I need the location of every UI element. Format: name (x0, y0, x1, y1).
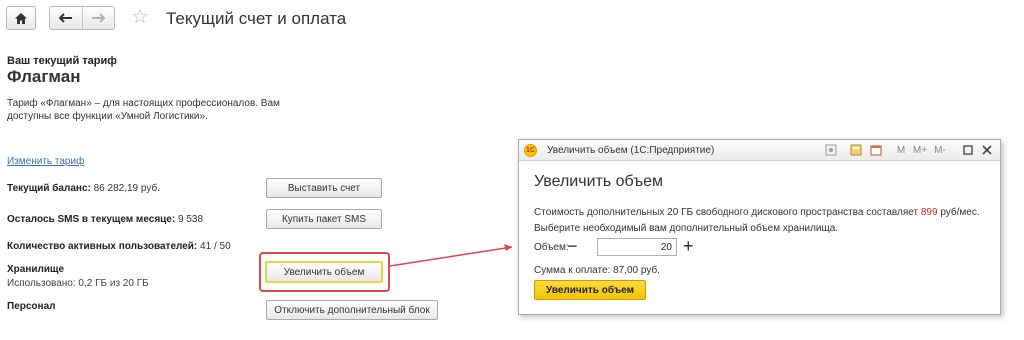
sms-row: Осталось SMS в текущем месяце: 9 538 (7, 214, 203, 225)
arrow-left-icon (58, 13, 72, 23)
sms-label: Осталось SMS в текущем месяце: (7, 214, 176, 225)
users-value: 41 / 50 (200, 241, 231, 252)
buy-sms-button[interactable]: Купить пакет SMS (266, 209, 382, 229)
app-logo-icon: 1C (524, 144, 537, 157)
calculator-icon[interactable] (849, 143, 863, 157)
balance-label: Текущий баланс: (7, 183, 91, 194)
disable-block-button[interactable]: Отключить дополнительный блок (266, 300, 438, 320)
storage-row: Хранилище (7, 264, 64, 275)
home-button[interactable] (6, 6, 36, 30)
forward-button[interactable] (83, 7, 115, 29)
callout-arrow-icon (389, 244, 513, 267)
calendar-icon[interactable] (869, 143, 883, 157)
cost-text: Стоимость дополнительных 20 ГБ свободног… (534, 207, 980, 218)
personnel-row: Персонал (7, 301, 55, 312)
balance-value: 86 282,19 руб. (93, 183, 160, 194)
decrease-button[interactable]: − (567, 236, 578, 256)
cost-suffix: руб/мес. (940, 207, 980, 218)
volume-input[interactable] (597, 238, 677, 256)
maximize-icon[interactable] (961, 143, 975, 157)
tariff-label: Ваш текущий тариф (7, 55, 117, 67)
instruction-text: Выберите необходимый вам дополнительный … (534, 223, 839, 234)
home-icon (15, 12, 27, 24)
users-row: Количество активных пользователей: 41 / … (7, 241, 231, 252)
dialog-titlebar: 1C Увеличить объем (1С:Предприятие) M M+… (519, 140, 1000, 161)
history-navigation (49, 6, 115, 30)
favorite-star-icon[interactable]: ☆ (131, 7, 149, 27)
dialog-heading: Увеличить объем (534, 173, 664, 190)
cost-prefix: Стоимость дополнительных 20 ГБ свободног… (534, 207, 919, 218)
tariff-description: Тариф «Флагман» – для настоящих професси… (7, 98, 280, 122)
m-minus-icon[interactable]: M- (932, 143, 948, 157)
increase-volume-dialog: 1C Увеличить объем (1С:Предприятие) M M+… (518, 139, 1001, 315)
cost-value: 899 (920, 207, 938, 218)
back-button[interactable] (50, 7, 82, 29)
m-icon[interactable]: M (894, 143, 908, 157)
personnel-label: Персонал (7, 301, 56, 312)
close-icon[interactable] (980, 143, 994, 157)
page-title: Текущий счет и оплата (166, 9, 347, 28)
volume-label: Объем: (534, 242, 569, 253)
storage-label: Хранилище (7, 264, 65, 275)
confirm-increase-button[interactable]: Увеличить объем (534, 280, 646, 300)
m-plus-icon[interactable]: M+ (912, 143, 928, 157)
change-tariff-link[interactable]: Изменить тариф (7, 156, 84, 167)
increase-button[interactable]: + (683, 236, 694, 256)
sum-text: Сумма к оплате: 87,00 руб. (534, 265, 660, 276)
arrow-right-icon (92, 13, 106, 23)
tariff-name: Флагман (7, 67, 81, 86)
increase-volume-button[interactable]: Увеличить объем (265, 261, 383, 283)
users-label: Количество активных пользователей: (7, 241, 198, 252)
info-icon[interactable] (824, 143, 838, 157)
storage-used: Использовано: 0,2 ГБ из 20 ГБ (7, 278, 149, 289)
sms-value: 9 538 (177, 214, 204, 225)
dialog-window-title: Увеличить объем (1С:Предприятие) (547, 145, 715, 156)
invoice-button[interactable]: Выставить счет (266, 178, 382, 198)
balance-row: Текущий баланс: 86 282,19 руб. (7, 183, 160, 194)
